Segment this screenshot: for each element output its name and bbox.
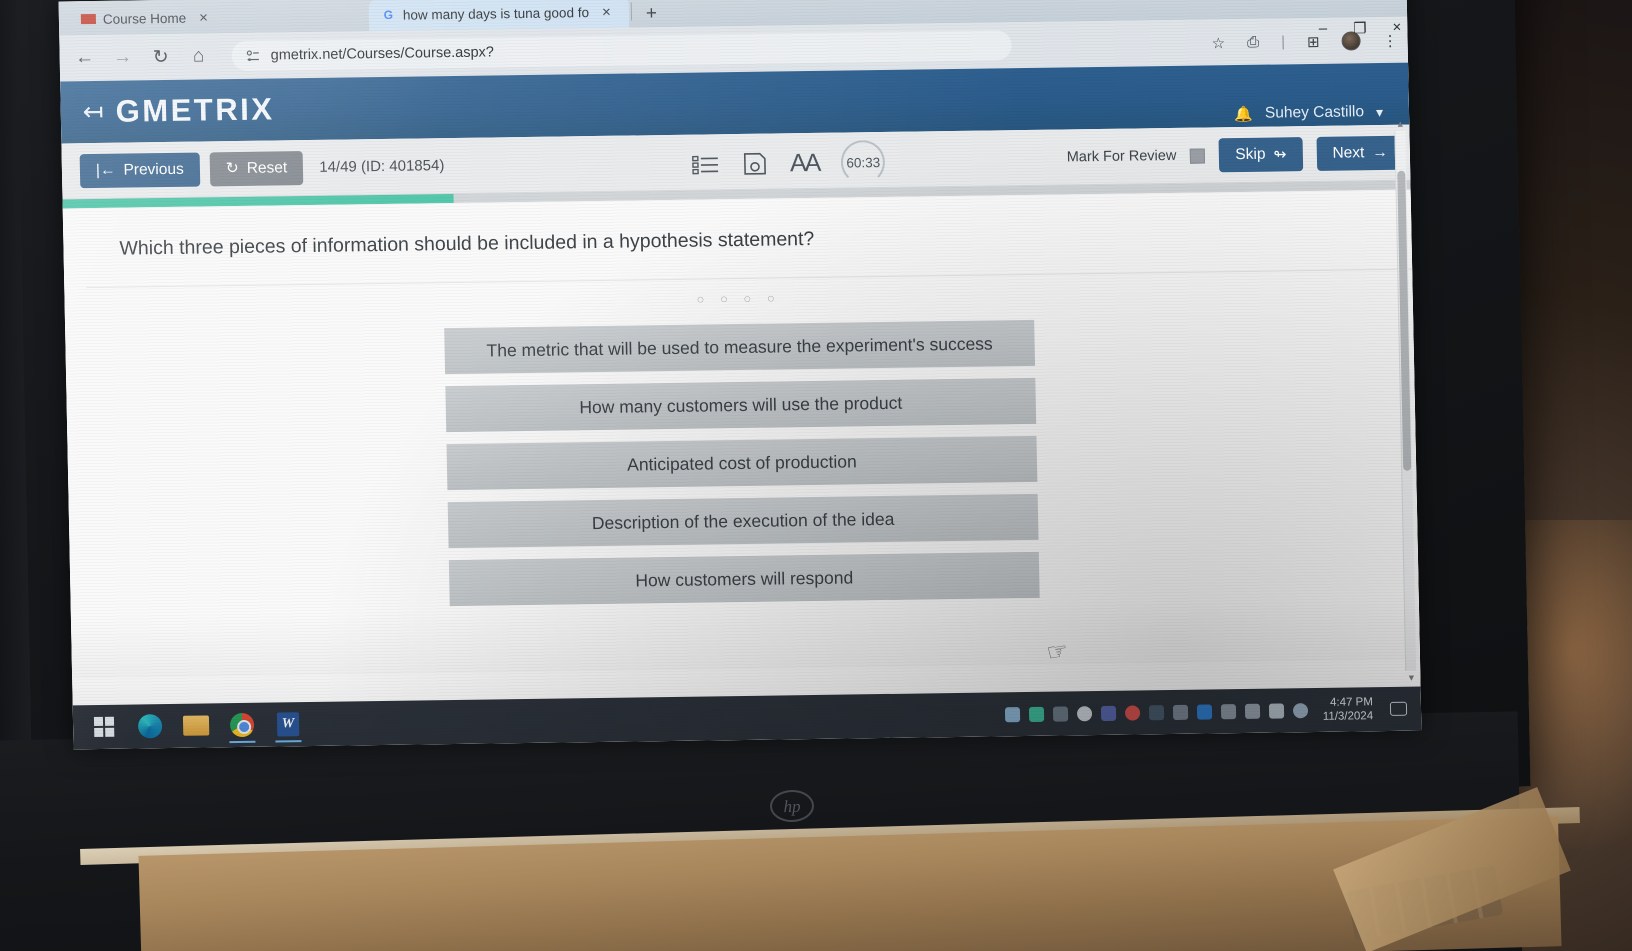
chrome-browser-window: Course Home × G how many days is tuna go… xyxy=(58,0,1422,750)
reset-label: Reset xyxy=(246,158,288,177)
chrome-tray-icon[interactable] xyxy=(1124,704,1140,721)
timer-value: 60:33 xyxy=(846,154,881,170)
tab-title: Course Home xyxy=(102,10,187,27)
next-icon: → xyxy=(1372,143,1389,162)
answer-option[interactable]: How many customers will use the product xyxy=(445,377,1037,433)
notifications-icon[interactable] xyxy=(1389,701,1408,716)
reload-icon[interactable]: ↻ xyxy=(149,45,171,68)
exam-timer: 60:33 xyxy=(840,139,886,185)
extensions-puzzle-icon[interactable]: ⎙ xyxy=(1247,34,1259,51)
tab-close-icon[interactable]: × xyxy=(602,3,611,20)
new-tab-button[interactable]: + xyxy=(634,3,670,27)
notification-bell-icon[interactable]: 🔔 xyxy=(1234,105,1253,123)
back-arrow-icon[interactable]: ↤ xyxy=(82,97,103,125)
tab-close-icon[interactable]: × xyxy=(199,9,208,26)
exam-actions: Mark For Review Skip ↬ Next → xyxy=(1066,135,1405,175)
user-name: Suhey Castillo xyxy=(1264,103,1365,122)
user-menu[interactable]: 🔔 Suhey Castillo ▾ xyxy=(1234,103,1383,123)
mark-for-review-checkbox[interactable] xyxy=(1190,147,1206,164)
font-size-icon[interactable]: AA xyxy=(790,148,820,177)
save-floppy-icon[interactable] xyxy=(742,151,769,177)
start-windows-icon[interactable] xyxy=(81,707,128,748)
previous-button[interactable]: |← Previous xyxy=(79,152,201,188)
onedrive-icon[interactable] xyxy=(1004,706,1020,722)
next-button[interactable]: Next → xyxy=(1316,135,1405,171)
chrome-icon[interactable] xyxy=(219,705,266,746)
clock-date: 11/3/2024 xyxy=(1322,710,1374,723)
window-controls: – ❐ × xyxy=(1319,19,1402,38)
cast-icon[interactable]: ⊞ xyxy=(1307,32,1320,50)
question-counter: 14/49 (ID: 401854) xyxy=(319,157,445,176)
scroll-up-arrow[interactable]: ▲ xyxy=(1395,119,1405,129)
close-window-button[interactable]: × xyxy=(1392,19,1401,37)
gmetrix-favicon xyxy=(80,11,97,26)
answer-option[interactable]: Anticipated cost of production xyxy=(446,435,1038,491)
next-label: Next xyxy=(1332,144,1365,162)
back-icon[interactable]: ← xyxy=(73,47,95,69)
word-icon[interactable]: W xyxy=(265,704,312,745)
skip-button[interactable]: Skip ↬ xyxy=(1218,137,1303,173)
answer-options: The metric that will be used to measure … xyxy=(65,315,1418,612)
maximize-button[interactable]: ❐ xyxy=(1353,19,1367,37)
cloud-icon[interactable] xyxy=(1292,702,1308,718)
chevron-down-icon[interactable]: ▾ xyxy=(1376,104,1383,121)
network-icon[interactable] xyxy=(1244,703,1260,719)
screen-tray-icon[interactable] xyxy=(1052,705,1068,722)
gmetrix-app: ↤ GMETRIX 🔔 Suhey Castillo ▾ |← Previous xyxy=(60,62,1422,750)
skip-label: Skip xyxy=(1235,145,1266,164)
media-icon[interactable] xyxy=(1076,705,1092,721)
minimize-button[interactable]: – xyxy=(1319,20,1328,38)
answer-option[interactable]: How customers will respond xyxy=(448,551,1040,607)
skip-icon: ↬ xyxy=(1273,145,1287,164)
previous-icon: |← xyxy=(95,161,116,179)
clock-time: 4:47 PM xyxy=(1329,695,1373,709)
drag-handle-dots: ○ ○ ○ ○ xyxy=(696,290,781,307)
gmetrix-logo[interactable]: ↤ GMETRIX xyxy=(82,91,274,130)
mark-for-review-label: Mark For Review xyxy=(1066,147,1177,166)
x-tray-icon[interactable] xyxy=(1148,704,1164,720)
bluetooth-icon[interactable] xyxy=(1196,703,1212,720)
file-explorer-icon[interactable] xyxy=(173,705,220,746)
forward-icon[interactable]: → xyxy=(111,46,133,68)
scroll-down-arrow[interactable]: ▼ xyxy=(1406,673,1416,683)
edge-icon[interactable] xyxy=(127,706,174,747)
address-bar[interactable]: gmetrix.net/Courses/Course.aspx? xyxy=(231,30,1012,72)
answer-option[interactable]: The metric that will be used to measure … xyxy=(444,319,1036,375)
app-tray-icon[interactable] xyxy=(1172,704,1188,720)
toolbar-divider: | xyxy=(1280,33,1286,51)
mouse-cursor-pointer: ☞ xyxy=(1044,637,1071,668)
home-icon[interactable]: ⌂ xyxy=(187,45,209,67)
edge-tray-icon[interactable] xyxy=(1028,706,1044,722)
bookmark-star-icon[interactable]: ☆ xyxy=(1211,34,1225,52)
teams-icon[interactable] xyxy=(1100,705,1116,721)
tab-title: how many days is tuna good fo xyxy=(402,4,590,23)
exam-tools: AA 60:33 xyxy=(692,139,886,187)
laptop-screen: Course Home × G how many days is tuna go… xyxy=(58,0,1422,750)
tab-divider xyxy=(630,2,633,21)
browser-tab-search[interactable]: G how many days is tuna good fo × xyxy=(368,0,630,32)
question-area: Which three pieces of information should… xyxy=(62,189,1421,679)
url-text: gmetrix.net/Courses/Course.aspx? xyxy=(270,44,495,64)
reset-icon: ↻ xyxy=(225,159,239,178)
volume-icon[interactable] xyxy=(1268,702,1284,719)
question-list-icon[interactable] xyxy=(692,152,720,176)
bezel-left xyxy=(0,0,33,818)
logo-text: GMETRIX xyxy=(115,91,275,129)
previous-label: Previous xyxy=(123,160,184,179)
browser-tab-course-home[interactable]: Course Home × xyxy=(69,0,370,35)
reset-button[interactable]: ↻ Reset xyxy=(209,150,304,186)
site-permissions-icon xyxy=(246,49,259,61)
taskbar-clock[interactable]: 4:47 PM 11/3/2024 xyxy=(1322,695,1374,724)
system-tray: 4:47 PM 11/3/2024 xyxy=(1004,694,1413,728)
google-favicon: G xyxy=(383,7,394,22)
photo-of-laptop-screen: hp Course Home × G how many days is tuna… xyxy=(0,0,1632,951)
answer-option[interactable]: Description of the execution of the idea xyxy=(447,493,1039,549)
display-icon[interactable] xyxy=(1220,703,1236,719)
